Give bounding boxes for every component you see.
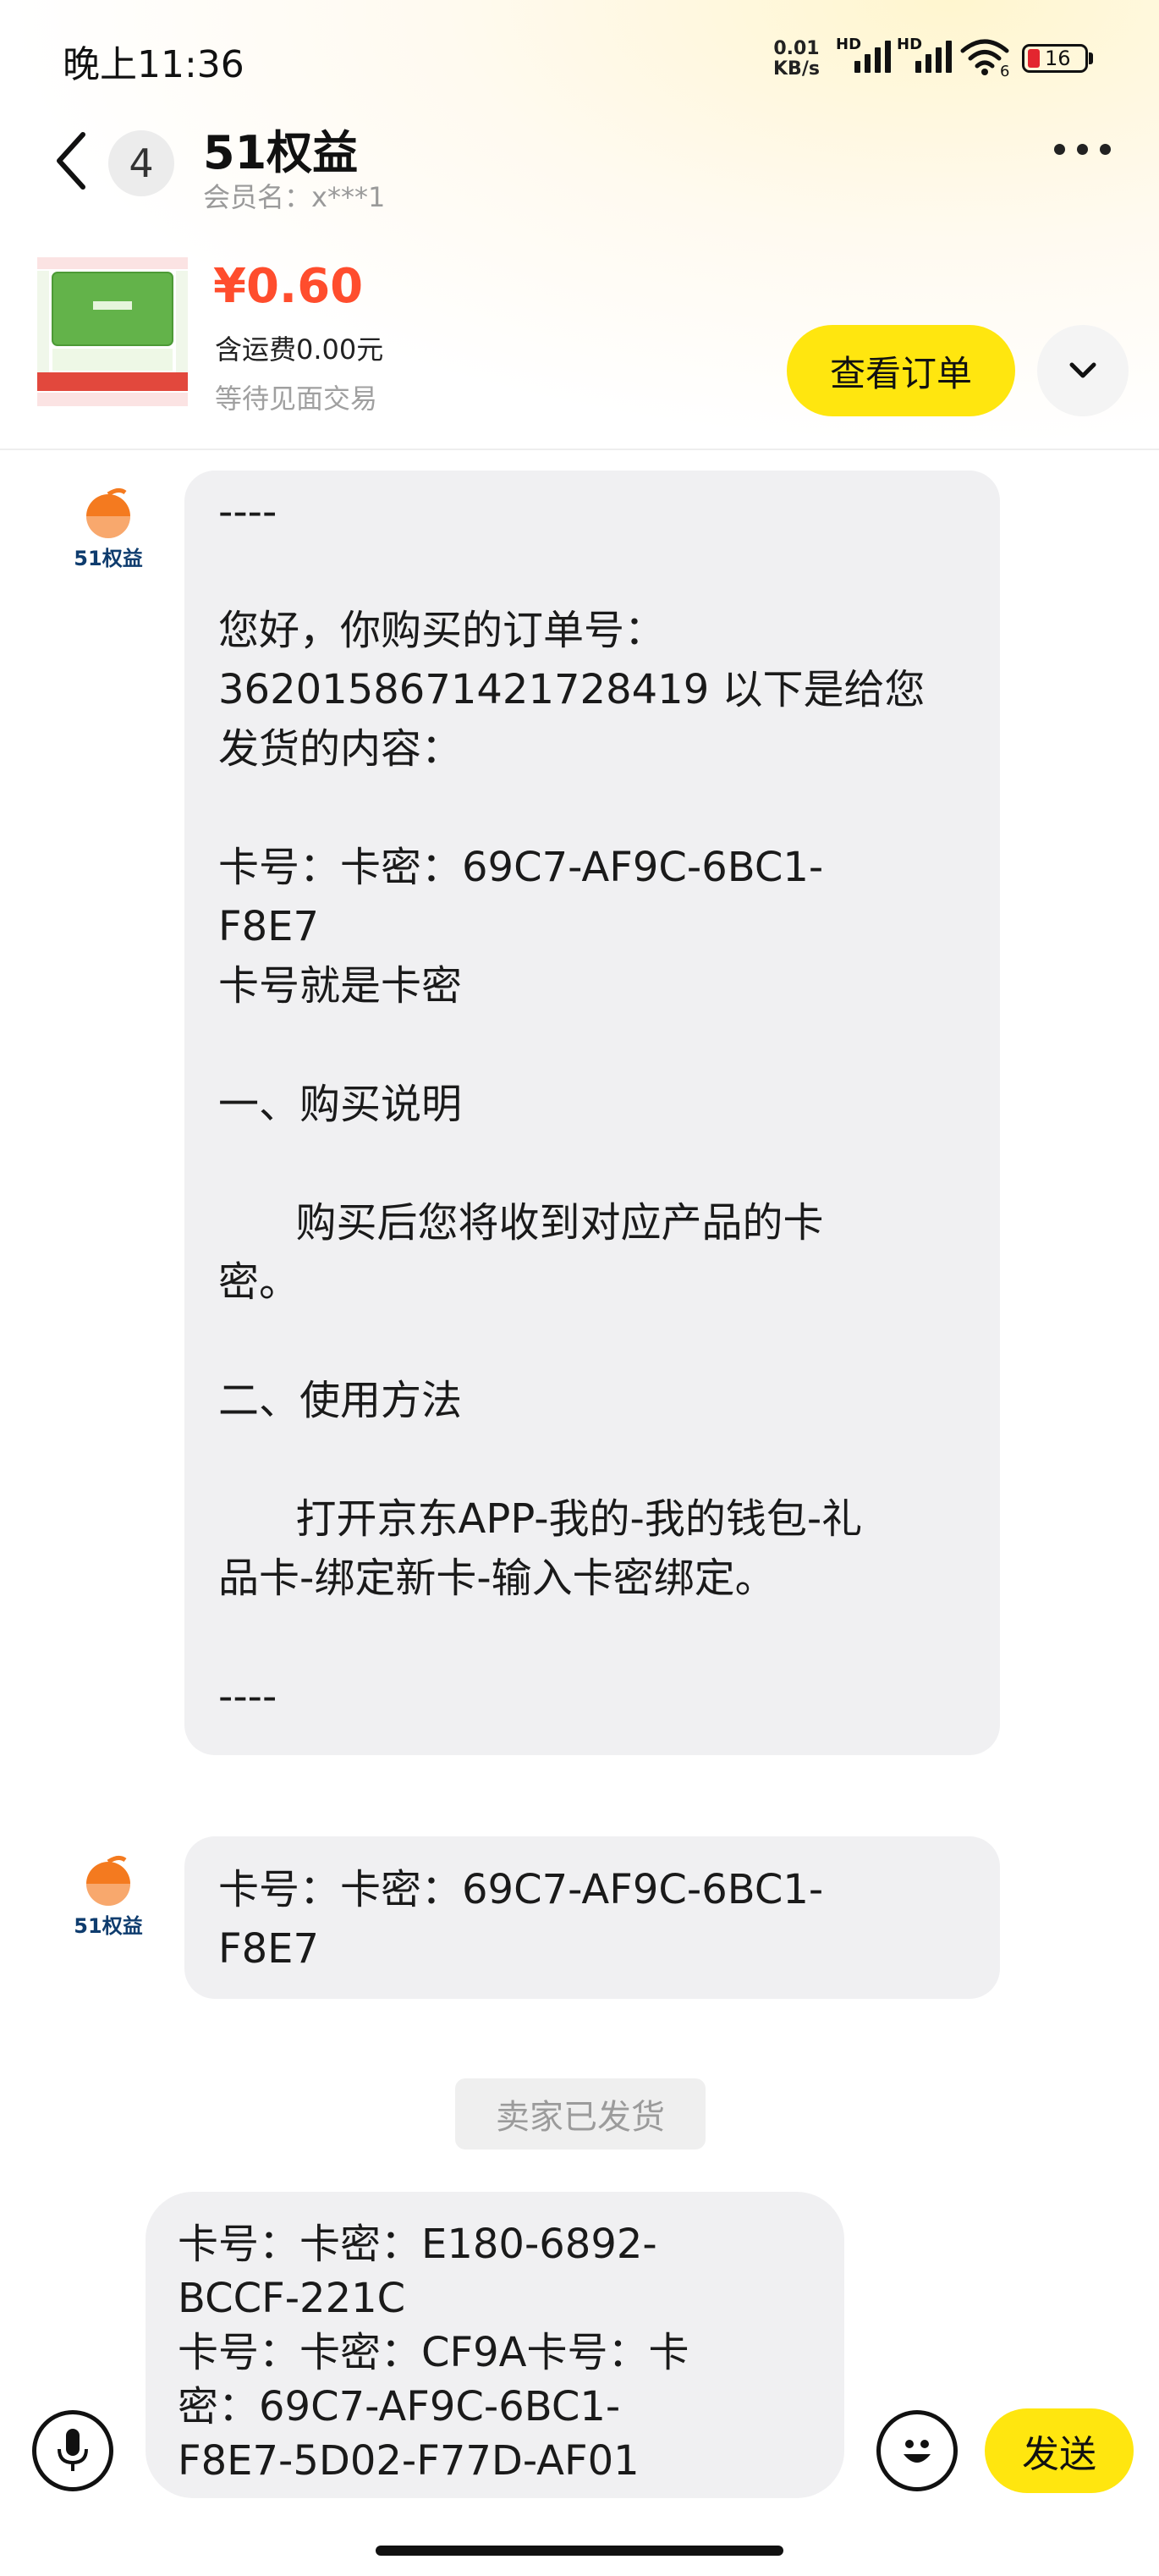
message-line [218, 1016, 966, 1075]
back-button[interactable] [46, 127, 96, 195]
send-button[interactable]: 发送 [985, 2408, 1134, 2493]
network-speed-unit: KB/s [773, 58, 820, 80]
message-line [218, 1430, 966, 1489]
message-line: 购买后您将收到对应产品的卡 [218, 1199, 824, 1247]
hd-label: HD [897, 36, 923, 53]
message-bubble[interactable]: ---- 您好，你购买的订单号： 3620158671421728419 以下是给您… [184, 471, 1000, 1755]
voice-button[interactable] [32, 2410, 113, 2491]
battery-tip [1089, 52, 1093, 64]
message-bubble[interactable]: 卡号：卡密：69C7-AF9C-6BC1- F8E7 [184, 1836, 1000, 1999]
message-line: F8E7 [218, 1925, 320, 1973]
orange-logo-icon [86, 1855, 130, 1906]
product-thumbnail[interactable] [34, 252, 191, 410]
message-line: 卡号：卡密：69C7-AF9C-6BC1- [218, 1866, 824, 1913]
wifi-label: 6 [1000, 63, 1010, 80]
battery-icon: 16 [1022, 44, 1088, 73]
emoji-button[interactable] [876, 2410, 958, 2491]
member-name: 会员名：x***1 [203, 181, 386, 213]
page-title: 51权益 [203, 126, 359, 179]
mic-icon [58, 2429, 88, 2471]
avatar[interactable]: 51权益 [69, 487, 147, 571]
expand-button[interactable] [1037, 325, 1129, 416]
shipping-fee: 含运费0.00元 [215, 333, 384, 366]
status-time: 晚上11:36 [63, 43, 244, 86]
message-line: 二、使用方法 [218, 1377, 463, 1424]
message-line: 品卡-绑定新卡-输入卡密绑定。 [218, 1555, 776, 1602]
message-line [218, 1134, 966, 1193]
battery-level: 16 [1045, 47, 1071, 70]
system-notice: 卖家已发货 [455, 2078, 706, 2149]
message-line [218, 1608, 966, 1667]
chevron-down-icon [1069, 362, 1096, 378]
message-line: 打开京东APP-我的-我的钱包-礼 [218, 1495, 863, 1543]
message-line: 密。 [218, 1258, 300, 1306]
more-icon[interactable] [1054, 144, 1111, 155]
message-line: 发货的内容： [218, 725, 463, 773]
signal-icon: HD [897, 36, 952, 73]
message-line: F8E7 [218, 903, 320, 950]
message-line: 您好，你购买的订单号： [218, 607, 666, 654]
wifi-icon: 6 [959, 37, 1010, 80]
home-indicator [376, 2546, 783, 2556]
message-line [218, 542, 966, 601]
message-line: 卡号就是卡密 [218, 962, 463, 1010]
product-price: ¥0.60 [213, 259, 364, 314]
order-status: 等待见面交易 [215, 383, 378, 415]
emoji-icon [904, 2440, 931, 2463]
message-line: 3620158671421728419 以下是给您 [218, 666, 926, 713]
network-speed: 0.01 KB/s [773, 39, 820, 80]
message-line: 一、购买说明 [218, 1081, 463, 1128]
avatar-label: 51权益 [74, 547, 143, 570]
back-arrow-icon [57, 132, 85, 190]
message-line: ---- [218, 488, 277, 536]
view-order-button[interactable]: 查看订单 [787, 325, 1015, 416]
message-line [218, 779, 966, 838]
avatar[interactable]: 51权益 [69, 1855, 147, 1939]
divider [0, 449, 1159, 450]
message-line: ---- [218, 1673, 277, 1720]
message-line: 卡号：卡密：69C7-AF9C-6BC1- [218, 844, 824, 891]
message-input[interactable]: 卡号：卡密：E180-6892- BCCF-221C 卡号：卡密：CF9A卡号：… [146, 2192, 844, 2498]
hd-label: HD [836, 36, 862, 53]
message-line [218, 1312, 966, 1371]
unread-badge: 4 [108, 130, 174, 196]
signal-icon: HD [836, 36, 891, 73]
orange-logo-icon [86, 487, 130, 538]
network-speed-value: 0.01 [773, 38, 820, 59]
avatar-label: 51权益 [74, 1914, 143, 1938]
